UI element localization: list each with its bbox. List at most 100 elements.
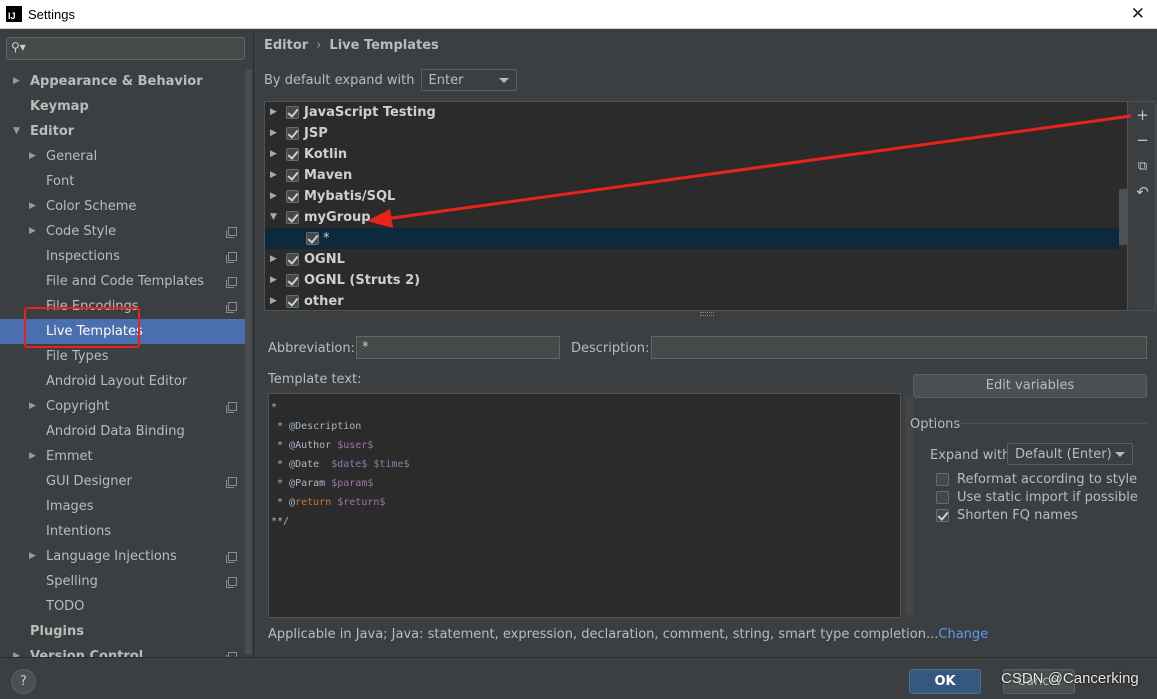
default-expand-row: By default expand with Enter — [264, 69, 517, 91]
option-checkbox-row[interactable]: Shorten FQ names — [936, 506, 1078, 524]
template-group[interactable]: ▼ myGroup — [265, 207, 1119, 228]
chevron-right-icon[interactable]: ▶ — [29, 144, 36, 169]
option-checkbox[interactable] — [936, 490, 949, 504]
template-enabled-checkbox[interactable] — [306, 232, 319, 245]
change-context-link[interactable]: Change — [938, 627, 988, 642]
dialog-footer: ? OK Cancel — [0, 657, 1157, 699]
sidebar-item-label: Copyright — [46, 399, 110, 414]
sidebar-item[interactable]: Android Data Binding — [0, 419, 245, 444]
template-enabled-checkbox[interactable] — [286, 253, 299, 266]
template-group[interactable]: ▶ JSP — [265, 123, 1119, 144]
sidebar-item[interactable]: Images — [0, 494, 245, 519]
description-field[interactable] — [651, 336, 1147, 359]
sidebar-item[interactable]: Inspections — [0, 244, 245, 269]
template-enabled-checkbox[interactable] — [286, 295, 299, 308]
template-group[interactable]: ▶ Maven — [265, 165, 1119, 186]
template-text: * @Param — [271, 478, 332, 489]
sidebar-item[interactable]: ▶ Appearance & Behavior — [0, 69, 245, 94]
chevron-right-icon[interactable]: ▶ — [29, 544, 36, 569]
chevron-right-icon[interactable]: ▶ — [29, 194, 36, 219]
splitter-handle[interactable] — [700, 312, 714, 316]
chevron-right-icon[interactable]: ▶ — [13, 69, 20, 94]
option-checkbox-row[interactable]: Use static import if possible — [936, 488, 1138, 506]
edit-variables-button[interactable]: Edit variables — [913, 374, 1147, 398]
templates-scrollbar[interactable] — [1119, 189, 1127, 245]
template-enabled-checkbox[interactable] — [286, 106, 299, 119]
sidebar-item[interactable]: File and Code Templates — [0, 269, 245, 294]
chevron-down-icon[interactable]: ▼ — [13, 119, 20, 144]
chevron-right-icon[interactable]: ▶ — [270, 165, 277, 186]
option-checkbox[interactable] — [936, 508, 949, 522]
template-enabled-checkbox[interactable] — [286, 274, 299, 287]
chevron-right-icon[interactable]: ▶ — [270, 123, 277, 144]
template-enabled-checkbox[interactable] — [286, 169, 299, 182]
template-group[interactable]: ▶ other — [265, 291, 1119, 310]
description-label: Description: — [571, 341, 650, 356]
settings-search[interactable]: ⚲▾ — [6, 37, 245, 60]
chevron-right-icon[interactable]: ▶ — [270, 186, 277, 207]
sidebar-item[interactable]: TODO — [0, 594, 245, 619]
sidebar-item[interactable]: Plugins — [0, 619, 245, 644]
template-line: * @Author $user$ — [271, 436, 898, 455]
sidebar-item[interactable]: ▶ Copyright — [0, 394, 245, 419]
template-line: * — [271, 398, 898, 417]
chevron-right-icon[interactable]: ▶ — [270, 249, 277, 270]
template-group[interactable]: ▶ Mybatis/SQL — [265, 186, 1119, 207]
template-item[interactable]: * — [265, 228, 1119, 249]
default-expand-select[interactable]: Enter — [420, 69, 517, 91]
template-variable: $date$ — [331, 459, 368, 470]
expand-with-select[interactable]: Default (Enter) — [1007, 443, 1133, 465]
sidebar-item[interactable]: ▶ General — [0, 144, 245, 169]
search-input[interactable] — [33, 40, 239, 57]
option-checkbox-row[interactable]: Reformat according to style — [936, 470, 1137, 488]
template-line: * @Param $param$ — [271, 474, 898, 493]
option-checkbox-label: Use static import if possible — [957, 489, 1138, 505]
template-enabled-checkbox[interactable] — [286, 127, 299, 140]
option-checkbox[interactable] — [936, 472, 949, 486]
add-icon[interactable]: + — [1134, 107, 1151, 124]
template-group[interactable]: ▶ OGNL — [265, 249, 1119, 270]
chevron-right-icon[interactable]: ▶ — [29, 219, 36, 244]
option-checkbox-label: Shorten FQ names — [957, 507, 1078, 523]
sidebar-scrollbar[interactable] — [245, 69, 252, 654]
close-icon[interactable]: ✕ — [1131, 4, 1145, 24]
chevron-right-icon[interactable]: ▶ — [29, 394, 36, 419]
sidebar-item[interactable]: ▶ Version Control — [0, 644, 245, 657]
project-scope-icon — [226, 302, 237, 313]
sidebar-item[interactable]: ▶ Color Scheme — [0, 194, 245, 219]
template-group[interactable]: ▶ JavaScript Testing — [265, 102, 1119, 123]
breadcrumb-parent[interactable]: Editor — [264, 38, 308, 53]
chevron-right-icon[interactable]: ▶ — [270, 144, 277, 165]
chevron-right-icon[interactable]: ▶ — [270, 291, 277, 310]
template-enabled-checkbox[interactable] — [286, 148, 299, 161]
copy-icon[interactable]: ⧉ — [1134, 158, 1151, 175]
chevron-right-icon[interactable]: ▶ — [270, 102, 277, 123]
template-group[interactable]: ▶ Kotlin — [265, 144, 1119, 165]
template-text: * @ — [271, 497, 296, 508]
sidebar-item[interactable]: Keymap — [0, 94, 245, 119]
sidebar-item[interactable]: ▼ Editor — [0, 119, 245, 144]
chevron-right-icon[interactable]: ▶ — [13, 644, 20, 657]
sidebar-item[interactable]: GUI Designer — [0, 469, 245, 494]
sidebar-item[interactable]: Font — [0, 169, 245, 194]
sidebar-item[interactable]: Spelling — [0, 569, 245, 594]
ok-button[interactable]: OK — [909, 669, 981, 694]
restore-icon[interactable]: ↶ — [1134, 184, 1151, 201]
help-button[interactable]: ? — [11, 669, 36, 694]
chevron-down-icon[interactable]: ▼ — [270, 207, 277, 228]
template-group[interactable]: ▶ OGNL (Struts 2) — [265, 270, 1119, 291]
chevron-right-icon[interactable]: ▶ — [29, 444, 36, 469]
template-enabled-checkbox[interactable] — [286, 211, 299, 224]
sidebar-item-label: Plugins — [30, 624, 84, 639]
sidebar-item[interactable]: Android Layout Editor — [0, 369, 245, 394]
sidebar-item[interactable]: Intentions — [0, 519, 245, 544]
chevron-right-icon[interactable]: ▶ — [270, 270, 277, 291]
template-enabled-checkbox[interactable] — [286, 190, 299, 203]
remove-icon[interactable]: − — [1134, 132, 1151, 149]
template-text-editor[interactable]: * * @Description * @Author $user$ * @Dat… — [268, 393, 913, 618]
sidebar-item[interactable]: ▶ Code Style — [0, 219, 245, 244]
sidebar-item[interactable]: ▶ Language Injections — [0, 544, 245, 569]
sidebar-item[interactable]: ▶ Emmet — [0, 444, 245, 469]
sidebar-item-label: Android Data Binding — [46, 424, 185, 439]
abbreviation-field[interactable]: * — [356, 336, 560, 359]
